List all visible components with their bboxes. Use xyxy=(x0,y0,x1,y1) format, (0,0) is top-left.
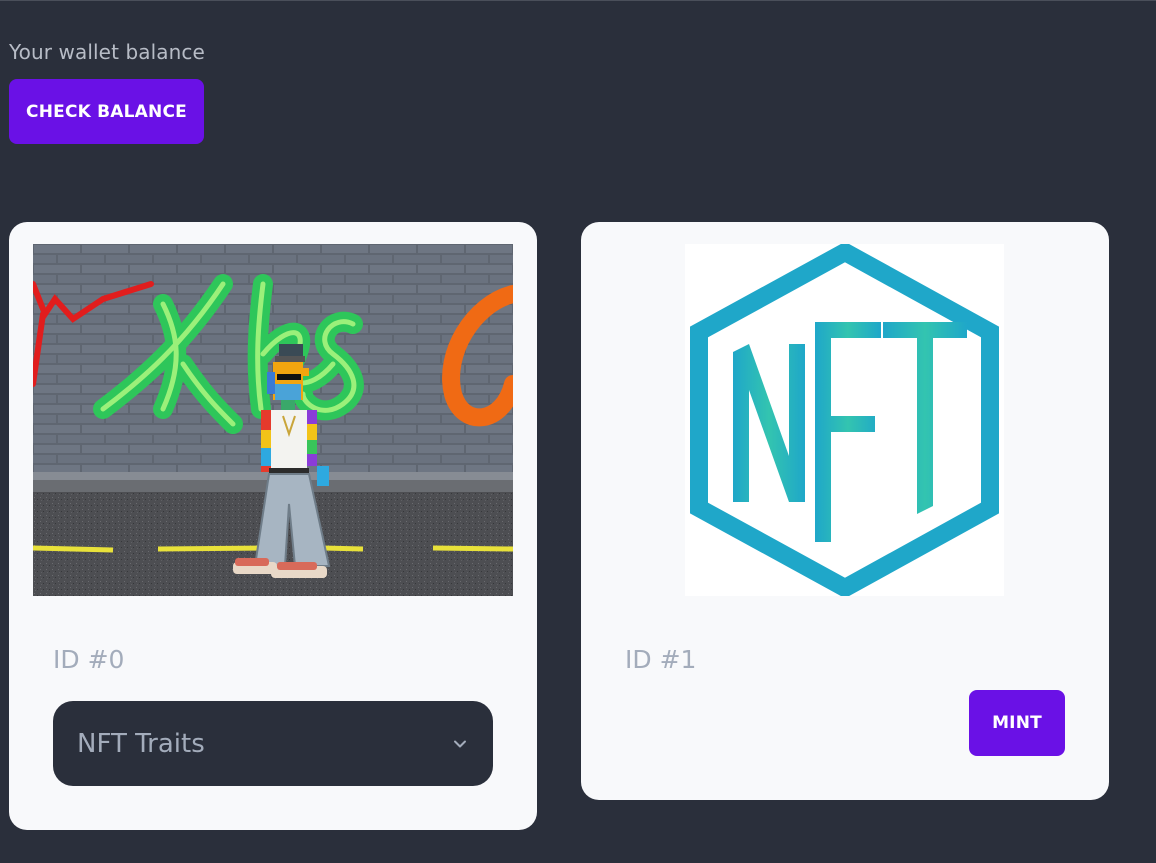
nft-card-1: ID #1 MINT xyxy=(581,222,1109,800)
nft-card-0: ID #0 NFT Traits xyxy=(9,222,537,830)
nft-traits-label: NFT Traits xyxy=(77,728,205,759)
top-divider xyxy=(0,0,1156,1)
mint-button[interactable]: MINT xyxy=(969,690,1065,756)
nft-traits-dropdown[interactable]: NFT Traits xyxy=(53,701,493,786)
wallet-balance-label: Your wallet balance xyxy=(9,40,205,64)
nft-image-1 xyxy=(685,244,1004,596)
check-balance-button[interactable]: CHECK BALANCE xyxy=(9,79,204,144)
nft-id-label: ID #0 xyxy=(53,645,125,674)
nft-image-0 xyxy=(33,244,513,596)
nft-id-label: ID #1 xyxy=(625,645,697,674)
chevron-down-icon xyxy=(454,740,466,747)
